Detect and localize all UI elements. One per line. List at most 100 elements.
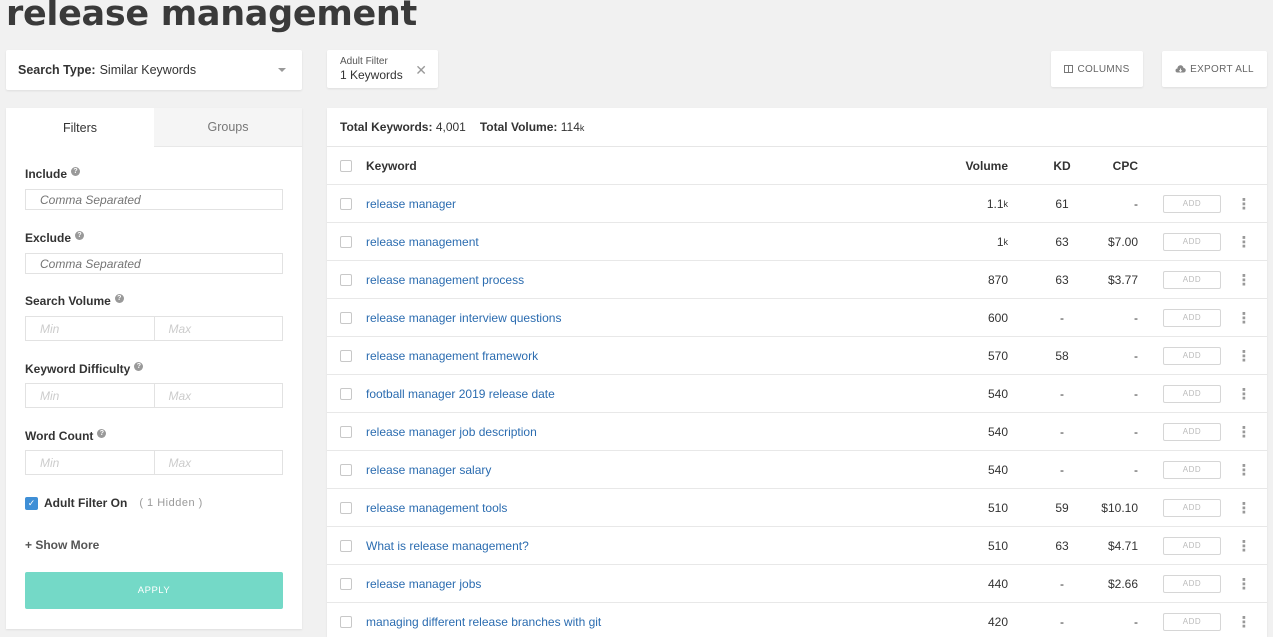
keyword-link[interactable]: release manager salary: [366, 451, 491, 488]
more-options-icon[interactable]: ⋮: [1237, 337, 1252, 374]
add-button[interactable]: ADD: [1163, 612, 1221, 631]
include-input[interactable]: [25, 189, 283, 210]
exclude-input[interactable]: [25, 253, 283, 274]
add-button[interactable]: ADD: [1163, 346, 1221, 365]
add-cell: ADD: [1163, 527, 1221, 564]
cpc-cell: -: [1134, 462, 1138, 477]
row-checkbox[interactable]: [340, 185, 353, 222]
cpc-column-header[interactable]: CPC: [1097, 147, 1138, 184]
table-row: release manager 1.1 k 61 - ADD ⋮: [327, 185, 1267, 223]
row-checkbox[interactable]: [340, 261, 353, 298]
export-all-button[interactable]: EXPORT ALL: [1162, 51, 1267, 87]
search-volume-min-input[interactable]: Min: [26, 317, 155, 340]
more-options-icon[interactable]: ⋮: [1237, 603, 1252, 637]
keyword-link[interactable]: release management process: [366, 261, 524, 298]
add-button[interactable]: ADD: [1163, 460, 1221, 479]
volume-column-header[interactable]: Volume: [927, 147, 1008, 184]
apply-button[interactable]: APPLY: [25, 572, 283, 609]
word-count-range: Min Max: [25, 450, 283, 475]
keyword-link[interactable]: release manager: [366, 185, 456, 222]
volume-cell: 540: [927, 375, 1008, 412]
add-button[interactable]: ADD: [1163, 194, 1221, 213]
add-button[interactable]: ADD: [1163, 308, 1221, 327]
page-title: release management: [6, 0, 417, 34]
row-checkbox[interactable]: [340, 223, 353, 260]
total-keywords-value: 4,001: [435, 120, 466, 134]
keyword-link[interactable]: release manager interview questions: [366, 299, 561, 336]
tab-filters[interactable]: Filters: [6, 108, 154, 147]
add-button[interactable]: ADD: [1163, 422, 1221, 441]
add-button[interactable]: ADD: [1163, 536, 1221, 555]
row-checkbox[interactable]: [340, 337, 353, 374]
keyword-link[interactable]: What is release management?: [366, 527, 529, 564]
more-options-icon[interactable]: ⋮: [1237, 527, 1252, 564]
add-button[interactable]: ADD: [1163, 232, 1221, 251]
cpc-cell: -: [1134, 310, 1138, 325]
more-options-icon[interactable]: ⋮: [1237, 185, 1252, 222]
row-checkbox[interactable]: [340, 603, 353, 637]
help-icon[interactable]: ?: [134, 361, 144, 371]
more-options-icon[interactable]: ⋮: [1237, 299, 1252, 336]
more-options-icon[interactable]: ⋮: [1237, 489, 1252, 526]
cpc-cell: $3.77: [1107, 272, 1138, 287]
row-checkbox[interactable]: [340, 527, 353, 564]
close-icon[interactable]: ✕: [415, 62, 427, 79]
more-options-icon[interactable]: ⋮: [1237, 565, 1252, 602]
table-row: release management tools 510 59 $10.10 ADD ⋮: [327, 489, 1267, 527]
keyword-difficulty-min-input[interactable]: Min: [26, 384, 155, 407]
more-options-icon[interactable]: ⋮: [1237, 451, 1252, 488]
more-options-icon[interactable]: ⋮: [1237, 223, 1252, 260]
columns-button[interactable]: COLUMNS: [1051, 51, 1143, 87]
word-count-max-input[interactable]: Max: [155, 451, 283, 474]
help-icon[interactable]: ?: [71, 166, 81, 176]
add-cell: ADD: [1163, 565, 1221, 602]
keyword-link[interactable]: release management tools: [366, 489, 507, 526]
row-checkbox[interactable]: [340, 489, 353, 526]
row-checkbox[interactable]: [340, 451, 353, 488]
row-checkbox[interactable]: [340, 413, 353, 450]
add-button[interactable]: ADD: [1163, 498, 1221, 517]
keyword-link[interactable]: football manager 2019 release date: [366, 375, 555, 412]
keyword-column-header[interactable]: Keyword: [366, 147, 417, 184]
volume-value: 510: [987, 500, 1008, 515]
keyword-link[interactable]: release management: [366, 223, 479, 260]
table-row: release manager job description 540 - - ADD ⋮: [327, 413, 1267, 451]
keyword-difficulty-range: Min Max: [25, 383, 283, 408]
adult-filter-checkbox[interactable]: ✓: [25, 496, 38, 510]
row-checkbox[interactable]: [340, 299, 353, 336]
help-icon[interactable]: ?: [97, 428, 107, 438]
volume-value: 870: [987, 272, 1008, 287]
help-icon[interactable]: ?: [114, 293, 124, 303]
search-type-value: Similar Keywords: [99, 63, 197, 77]
tab-groups[interactable]: Groups: [154, 108, 302, 147]
more-options-icon[interactable]: ⋮: [1237, 413, 1252, 450]
add-button[interactable]: ADD: [1163, 574, 1221, 593]
add-cell: ADD: [1163, 413, 1221, 450]
search-type-dropdown[interactable]: Search Type: Similar Keywords: [6, 50, 302, 90]
search-volume-max-input[interactable]: Max: [155, 317, 283, 340]
word-count-min-input[interactable]: Min: [26, 451, 155, 474]
kd-column-header[interactable]: KD: [1042, 147, 1082, 184]
kd-cell: 59: [1055, 500, 1069, 515]
more-options-icon[interactable]: ⋮: [1237, 375, 1252, 412]
row-checkbox[interactable]: [340, 565, 353, 602]
more-options-icon[interactable]: ⋮: [1237, 261, 1252, 298]
keyword-link[interactable]: release manager jobs: [366, 565, 481, 602]
keyword-link[interactable]: managing different release branches with…: [366, 603, 601, 637]
add-button[interactable]: ADD: [1163, 384, 1221, 403]
keyword-difficulty-max-input[interactable]: Max: [155, 384, 283, 407]
keyword-link[interactable]: release manager job description: [366, 413, 537, 450]
row-checkbox[interactable]: [340, 375, 353, 412]
table-header: Keyword Volume KD CPC: [327, 147, 1267, 185]
adult-filter-chip-title: Adult Filter: [340, 56, 388, 67]
add-button[interactable]: ADD: [1163, 270, 1221, 289]
word-count-label: Word Count?: [25, 428, 107, 443]
select-all-checkbox[interactable]: [340, 147, 353, 184]
volume-cell: 540: [927, 451, 1008, 488]
cpc-cell: -: [1134, 614, 1138, 629]
cpc-cell: $2.66: [1107, 576, 1138, 591]
keyword-link[interactable]: release management framework: [366, 337, 538, 374]
show-more-link[interactable]: + Show More: [25, 538, 99, 552]
columns-label: COLUMNS: [1077, 63, 1130, 75]
help-icon[interactable]: ?: [75, 230, 85, 240]
